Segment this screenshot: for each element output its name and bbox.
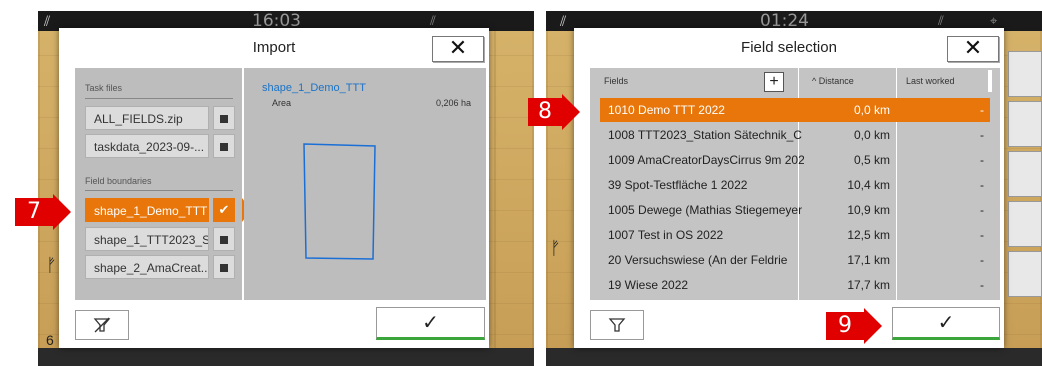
filter-off-icon: [93, 317, 111, 333]
field-table: Fields + ^ Distance Last worked 1010 Dem…: [590, 68, 1000, 300]
field-boundary-item[interactable]: shape_1_Demo_TTT: [85, 198, 209, 222]
import-dialog: Import ✕ Task files ALL_FIELDS.zip taskd…: [59, 28, 489, 348]
tractor-icon: ⫽: [560, 13, 567, 29]
right-terminal-screen: ⫽ 01:24 ⫽ ⌖ ᚠ Field selection ✕ Fields +…: [546, 11, 1042, 366]
field-boundary-item[interactable]: shape_1_TTT2023_S...: [85, 227, 209, 251]
field-distance: 10,9 km: [847, 203, 890, 217]
field-row[interactable]: 1010 Demo TTT 2022 0,0 km -: [600, 98, 990, 122]
filter-icon: [608, 318, 626, 332]
close-button[interactable]: ✕: [432, 36, 484, 62]
tractor-icon: ⫽: [44, 13, 51, 29]
field-last-worked: -: [980, 278, 984, 292]
field-distance: 17,7 km: [847, 278, 890, 292]
checked-box-icon[interactable]: ✔: [213, 198, 235, 222]
steering-icon: ᚠ: [46, 255, 57, 275]
field-rows: 1010 Demo TTT 2022 0,0 km -1008 TTT2023_St…: [600, 98, 990, 298]
section-divider: [85, 98, 233, 99]
field-name: 1005 Dewege (Mathias Stiegemeyer: [608, 203, 803, 217]
field-boundary-checkbox[interactable]: [213, 227, 235, 251]
marker-arrow: [562, 94, 580, 130]
field-distance: 0,5 km: [853, 153, 890, 167]
field-last-worked: -: [980, 178, 984, 192]
field-last-worked: -: [980, 228, 984, 242]
field-last-worked: -: [980, 128, 984, 142]
field-row[interactable]: 19 Wiese 2022 17,7 km -: [600, 273, 990, 297]
side-button[interactable]: [1008, 251, 1042, 297]
preview-panel: shape_1_Demo_TTT Area 0,206 ha: [244, 68, 486, 300]
field-distance: 0,0 km: [853, 128, 890, 142]
step-marker-7: 7: [15, 198, 53, 226]
field-name: 1010 Demo TTT 2022: [608, 103, 725, 117]
close-button[interactable]: ✕: [947, 36, 999, 62]
bottom-bar: [546, 348, 1042, 366]
field-row[interactable]: 1007 Test in OS 2022 12,5 km -: [600, 223, 990, 247]
add-field-button[interactable]: +: [764, 72, 784, 92]
field-boundary-checkbox[interactable]: [213, 255, 235, 279]
filter-button[interactable]: [590, 310, 644, 340]
section-divider: [85, 190, 233, 191]
field-last-worked: -: [980, 153, 984, 167]
file-list-panel: Task files ALL_FIELDS.zip taskdata_2023-…: [75, 68, 242, 300]
dialog-title: Import: [252, 39, 296, 56]
field-selection-dialog: Field selection ✕ Fields + ^ Distance La…: [574, 28, 1004, 348]
task-files-label: Task files: [85, 83, 123, 93]
side-button[interactable]: [1008, 151, 1042, 197]
column-header-distance[interactable]: ^ Distance: [812, 76, 854, 86]
boundary-shape: [303, 143, 376, 260]
unchecked-box-icon: [220, 115, 228, 123]
confirm-button[interactable]: ✓: [376, 307, 485, 340]
field-name: 20 Versuchswiese (An der Feldrie: [608, 253, 788, 267]
side-button[interactable]: [1008, 201, 1042, 247]
unchecked-box-icon: [220, 236, 228, 244]
bottom-bar: [38, 348, 534, 366]
task-file-checkbox[interactable]: [213, 106, 235, 130]
field-name: 39 Spot-Testfläche 1 2022: [608, 178, 748, 192]
task-file-item[interactable]: taskdata_2023-09-...: [85, 134, 209, 158]
task-file-item[interactable]: ALL_FIELDS.zip: [85, 106, 209, 130]
field-name: 1009 AmaCreatorDaysCirrus 9m 202: [608, 153, 804, 167]
side-button[interactable]: [1008, 101, 1042, 147]
column-header-fields[interactable]: Fields: [604, 76, 628, 86]
step-marker-9: 9: [826, 312, 864, 340]
field-boundaries-label: Field boundaries: [85, 176, 152, 186]
field-name: 1008 TTT2023_Station Sätechnik_C: [608, 128, 802, 142]
marker-arrow: [864, 308, 882, 344]
unchecked-box-icon: [220, 143, 228, 151]
field-row[interactable]: 1009 AmaCreatorDaysCirrus 9m 202 0,5 km -: [600, 148, 990, 172]
field-row[interactable]: 20 Versuchswiese (An der Feldrie 17,1 km -: [600, 248, 990, 272]
steering-icon: ᚠ: [550, 238, 561, 258]
dialog-title: Field selection: [741, 39, 837, 56]
field-row[interactable]: 1005 Dewege (Mathias Stiegemeyer 10,9 km -: [600, 198, 990, 222]
marker-arrow: [53, 194, 71, 230]
unchecked-box-icon: [220, 264, 228, 272]
field-name: 19 Wiese 2022: [608, 278, 689, 292]
field-name: 1007 Test in OS 2022: [608, 228, 724, 242]
field-boundary-item[interactable]: shape_2_AmaCreat...: [85, 255, 209, 279]
step-marker-8: 8: [528, 98, 562, 126]
field-last-worked: -: [980, 103, 984, 117]
field-row[interactable]: 39 Spot-Testfläche 1 2022 10,4 km -: [600, 173, 990, 197]
column-header-last-worked[interactable]: Last worked: [906, 76, 955, 86]
field-last-worked: -: [980, 253, 984, 267]
field-row[interactable]: 1008 TTT2023_Station Sätechnik_C 0,0 km -: [600, 123, 990, 147]
filter-off-button[interactable]: [75, 310, 129, 340]
scrollbar-thumb[interactable]: [988, 70, 992, 92]
section-icon: 6: [46, 332, 54, 348]
field-distance: 0,0 km: [853, 103, 890, 117]
field-last-worked: -: [980, 203, 984, 217]
field-distance: 17,1 km: [847, 253, 890, 267]
task-file-checkbox[interactable]: [213, 134, 235, 158]
confirm-button[interactable]: ✓: [892, 307, 1000, 340]
left-terminal-screen: ⫽ 16:03 ⫽ ᚠ 6 Import ✕ Task files ALL_FI…: [38, 11, 534, 366]
side-button[interactable]: [1008, 51, 1042, 97]
field-distance: 12,5 km: [847, 228, 890, 242]
field-distance: 10,4 km: [847, 178, 890, 192]
